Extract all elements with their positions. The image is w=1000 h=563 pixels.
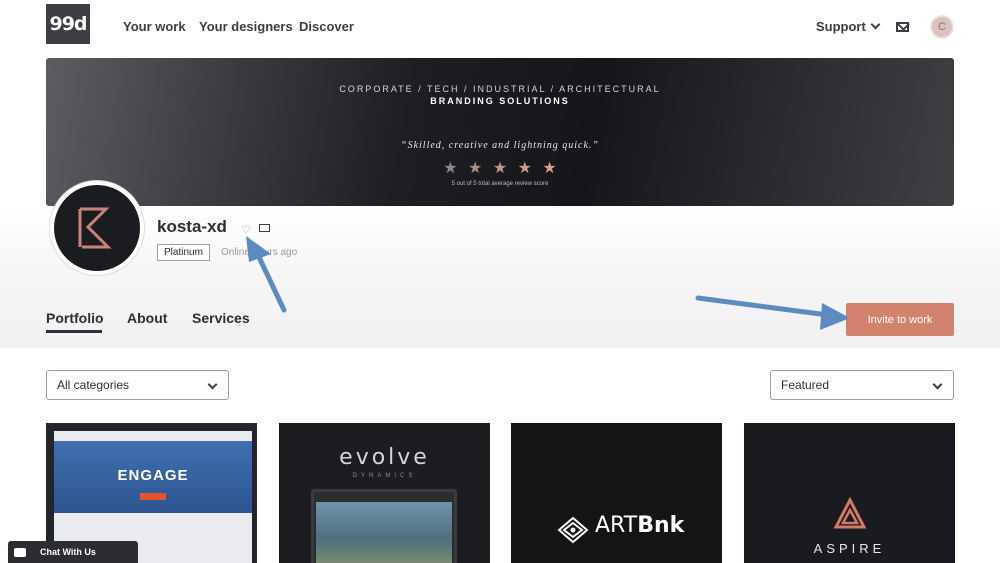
99designs-logo[interactable]: 99d (46, 4, 90, 44)
portfolio-item[interactable]: ARTBnk (511, 423, 722, 563)
artbnk-logo-light: ART (595, 513, 638, 538)
aspire-mark-icon (833, 497, 867, 529)
mockup-title: ENGAGE (117, 467, 189, 484)
chat-bubble-icon (14, 547, 26, 557)
chevron-down-icon (932, 379, 943, 390)
portfolio-item[interactable]: evolve DYNAMICS (279, 423, 490, 563)
laptop-mockup (311, 489, 457, 563)
banner-score-text: 5 out of 5 total average review score (451, 181, 549, 187)
star-icon: ★ (517, 160, 532, 177)
evolve-logo: evolve (339, 445, 430, 470)
nav-discover[interactable]: Discover (299, 19, 354, 34)
designer-username: kosta-xd (157, 217, 227, 236)
top-nav: 99d Your work Your designers Discover Su… (0, 0, 1000, 56)
active-tab-indicator (46, 330, 102, 333)
envelope-icon[interactable] (896, 22, 909, 32)
online-status: Online hours ago (221, 247, 298, 258)
mockup-button (140, 493, 166, 500)
tab-portfolio[interactable]: Portfolio (46, 310, 104, 326)
star-icon: ★ (443, 160, 458, 177)
user-avatar[interactable]: C (930, 15, 954, 39)
invite-to-work-button[interactable]: Invite to work (846, 303, 954, 336)
laptop-screen (316, 502, 452, 563)
artbnk-logo: ARTBnk (595, 513, 684, 538)
support-menu[interactable]: Support (816, 19, 881, 34)
star-icon: ★ (468, 160, 483, 177)
profile-cover-banner: CORPORATE / TECH / INDUSTRIAL / ARCHITEC… (46, 58, 954, 206)
level-badge: Platinum (157, 244, 210, 261)
nav-your-work[interactable]: Your work (123, 19, 186, 34)
banner-star-rating: ★ ★ ★ ★ ★ (46, 158, 954, 178)
tab-about[interactable]: About (127, 310, 167, 326)
banner-headline: BRANDING SOLUTIONS (430, 96, 570, 106)
designer-avatar (50, 181, 144, 275)
kosta-logo-icon (78, 207, 112, 249)
category-select[interactable]: All categories (46, 370, 229, 400)
support-label: Support (816, 19, 866, 34)
category-select-value: All categories (57, 378, 130, 392)
chevron-down-icon (870, 19, 881, 30)
banner-specialties: CORPORATE / TECH / INDUSTRIAL / ARCHITEC… (339, 84, 661, 94)
banner-quote: “Skilled, creative and lightning quick.” (401, 140, 599, 151)
artbnk-logo-bold: Bnk (637, 513, 685, 538)
envelope-icon[interactable] (259, 224, 270, 232)
chat-widget[interactable]: Chat With Us (8, 541, 138, 563)
portfolio-item[interactable]: ASPIRE (744, 423, 955, 563)
sort-select-value: Featured (781, 378, 830, 392)
aspire-logo-text: ASPIRE (813, 541, 886, 556)
chevron-down-icon (207, 379, 218, 390)
star-icon: ★ (492, 160, 508, 177)
heart-icon[interactable]: ♡ (241, 223, 251, 236)
star-icon: ★ (542, 160, 557, 177)
chat-label: Chat With Us (40, 547, 96, 557)
sort-select[interactable]: Featured (770, 370, 954, 400)
artbnk-mark-icon (557, 516, 589, 544)
nav-your-designers[interactable]: Your designers (199, 19, 293, 34)
evolve-subtitle: DYNAMICS (352, 473, 417, 479)
tab-services[interactable]: Services (192, 310, 250, 326)
